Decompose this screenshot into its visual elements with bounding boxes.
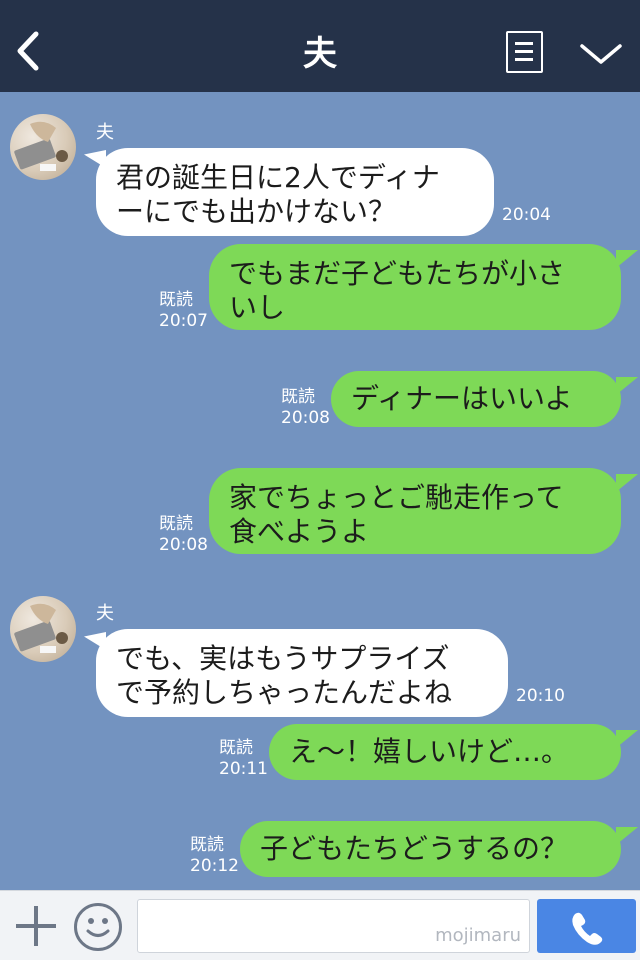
message-line: 君の誕生日に2人でディナ <box>116 161 440 194</box>
message-bubble-outgoing[interactable]: ディナーはいいよ <box>331 371 621 427</box>
bubble-tail <box>616 250 638 268</box>
call-button[interactable] <box>537 899 636 953</box>
notes-icon-line <box>515 50 533 53</box>
message-bubble-incoming[interactable]: でも、実はもうサプライズ で予約しちゃったんだよね <box>96 629 508 717</box>
message-list[interactable]: 夫 君の誕生日に2人でディナ ーにでも出かけない？ 20:04 既読 20:07… <box>0 92 640 890</box>
message-meta: 既読 20:07 <box>159 290 208 332</box>
read-receipt: 既読 <box>159 290 193 310</box>
input-bar: mojimaru <box>0 890 640 960</box>
message-line: ディナーはいいよ <box>351 382 573 415</box>
message-line: 家でちょっとご馳走作って <box>229 481 564 514</box>
emoji-button[interactable] <box>74 903 122 951</box>
menu-toggle-button[interactable] <box>578 38 624 68</box>
notes-button[interactable] <box>506 31 543 73</box>
read-receipt: 既読 <box>219 738 253 758</box>
message-time: 20:08 <box>281 408 330 428</box>
notes-icon-line <box>515 42 533 45</box>
sender-name: 夫 <box>96 603 114 624</box>
message-line: でも、実はもうサプライズ <box>116 642 450 675</box>
avatar[interactable] <box>10 114 76 180</box>
message-bubble-outgoing[interactable]: 家でちょっとご馳走作って 食べようよ <box>209 468 621 554</box>
phone-icon <box>572 912 603 945</box>
message-line: でもまだ子どもたちが小さ <box>229 257 566 290</box>
message-line: 食べようよ <box>229 515 370 548</box>
message-line: いし <box>229 291 286 324</box>
plus-button[interactable] <box>14 904 58 948</box>
message-time: 20:11 <box>219 759 268 779</box>
message-meta: 既読 20:11 <box>219 738 268 780</box>
chevron-down-icon <box>580 44 622 64</box>
message-time: 20:08 <box>159 535 208 555</box>
watermark: mojimaru <box>435 925 521 946</box>
message-line: で予約しちゃったんだよね <box>116 676 453 709</box>
message-meta: 既読 20:08 <box>281 387 330 429</box>
avatar[interactable] <box>10 596 76 662</box>
avatar-photo <box>14 121 68 171</box>
message-time: 20:12 <box>190 856 239 876</box>
message-line: え～！嬉しいけど…。 <box>289 735 570 768</box>
bubble-tail <box>616 730 638 748</box>
read-receipt: 既読 <box>190 835 224 855</box>
message-time: 20:10 <box>516 686 565 706</box>
message-line: 子どもたちどうするの？ <box>260 832 569 865</box>
message-input[interactable]: mojimaru <box>137 899 530 953</box>
smiley-icon <box>86 918 110 937</box>
chat-title: 夫 <box>303 34 337 74</box>
sender-name: 夫 <box>96 122 114 143</box>
message-time: 20:04 <box>502 205 551 225</box>
message-bubble-outgoing[interactable]: でもまだ子どもたちが小さ いし <box>209 244 621 330</box>
avatar-photo <box>14 603 68 653</box>
plus-icon <box>16 924 56 928</box>
chat-header: 夫 <box>0 0 640 92</box>
message-line: ーにでも出かけない？ <box>116 195 397 228</box>
bubble-tail <box>616 474 638 492</box>
bubble-tail <box>616 377 638 395</box>
message-time: 20:07 <box>159 311 208 331</box>
message-bubble-outgoing[interactable]: 子どもたちどうするの？ <box>240 821 621 877</box>
read-receipt: 既読 <box>281 387 315 407</box>
bubble-tail <box>616 827 638 845</box>
message-bubble-outgoing[interactable]: え～！嬉しいけど…。 <box>269 724 621 780</box>
notes-icon-line <box>515 58 533 61</box>
message-bubble-incoming[interactable]: 君の誕生日に2人でディナ ーにでも出かけない？ <box>96 148 494 236</box>
message-meta: 既読 20:12 <box>190 835 239 877</box>
message-meta: 既読 20:08 <box>159 514 208 556</box>
read-receipt: 既読 <box>159 514 193 534</box>
